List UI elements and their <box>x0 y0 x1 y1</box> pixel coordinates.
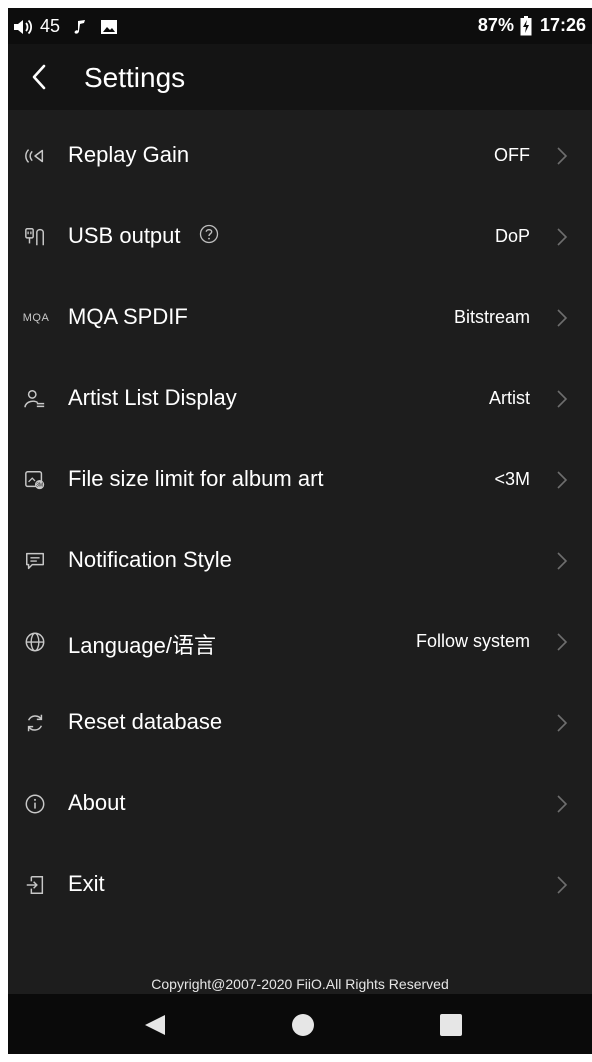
replay-gain-icon <box>24 145 46 167</box>
setting-notification-style[interactable]: Notification Style <box>8 521 592 602</box>
status-right: 87% 17:26 <box>478 15 586 36</box>
app-header: Settings <box>8 44 592 110</box>
status-bar: 45 87% 17:26 <box>8 8 592 44</box>
setting-label: MQA SPDIF <box>68 304 188 329</box>
copyright-text: Copyright@2007-2020 FiiO.All Rights Rese… <box>151 976 449 992</box>
refresh-icon <box>24 712 46 734</box>
nav-home-button[interactable] <box>290 1012 316 1038</box>
back-button[interactable] <box>24 62 54 92</box>
circle-home-icon <box>292 1014 314 1036</box>
page-title: Settings <box>84 62 186 93</box>
setting-value: Artist <box>488 388 530 408</box>
setting-label: Notification Style <box>68 547 232 572</box>
clock: 17:26 <box>539 15 586 35</box>
usb-output-icon <box>24 226 46 248</box>
triangle-back-icon <box>145 1015 165 1035</box>
info-icon <box>24 793 46 815</box>
status-left: 45 <box>12 16 118 37</box>
chevron-right-icon <box>557 714 568 732</box>
volume-level: 45 <box>40 16 61 36</box>
help-icon[interactable] <box>199 224 219 250</box>
setting-label-wrap: USB output <box>68 223 219 250</box>
setting-usb-output[interactable]: USB output DoP <box>8 197 592 278</box>
setting-value: Follow system <box>415 631 530 651</box>
notification-icon <box>24 550 46 572</box>
battery-percent: 87% <box>477 15 514 35</box>
volume-icon <box>12 18 34 36</box>
back-arrow-icon <box>32 64 46 90</box>
setting-exit[interactable]: Exit <box>8 845 592 926</box>
battery-charging-icon <box>520 15 532 36</box>
setting-replay-gain[interactable]: Replay Gain OFF <box>8 116 592 197</box>
svg-text:3M: 3M <box>36 482 43 488</box>
chevron-right-icon <box>557 633 568 651</box>
nav-back-button[interactable] <box>142 1012 168 1038</box>
chevron-right-icon <box>557 228 568 246</box>
globe-icon <box>24 631 46 653</box>
setting-label: Replay Gain <box>68 142 190 167</box>
setting-mqa-spdif[interactable]: MQA MQA SPDIF Bitstream <box>8 278 592 359</box>
setting-album-art-size-limit[interactable]: 3M File size limit for album art <3M <box>8 440 592 521</box>
chevron-right-icon <box>557 309 568 327</box>
setting-language[interactable]: Language/语言 Follow system <box>8 602 592 683</box>
chevron-right-icon <box>557 552 568 570</box>
setting-label: Language/语言 <box>68 633 216 658</box>
setting-value: <3M <box>494 469 530 489</box>
setting-about[interactable]: About <box>8 764 592 845</box>
setting-label: Exit <box>68 871 105 896</box>
system-nav-bar <box>8 994 592 1054</box>
mqa-icon: MQA <box>22 312 50 324</box>
setting-value: OFF <box>494 145 530 165</box>
setting-reset-database[interactable]: Reset database <box>8 683 592 764</box>
setting-value: Bitstream <box>453 307 530 327</box>
chevron-right-icon <box>557 876 568 894</box>
image-icon <box>100 19 118 35</box>
music-note-icon <box>74 19 86 35</box>
exit-icon <box>24 874 46 896</box>
setting-label: USB output <box>68 223 181 248</box>
settings-screen: 45 87% 17:26 Settings Replay Gain OFF US… <box>8 8 592 1054</box>
setting-label: About <box>68 790 126 815</box>
setting-label: File size limit for album art <box>68 466 324 491</box>
artist-list-icon <box>24 388 46 410</box>
nav-recents-button[interactable] <box>438 1012 464 1038</box>
setting-label: Artist List Display <box>68 385 237 410</box>
setting-artist-list-display[interactable]: Artist List Display Artist <box>8 359 592 440</box>
setting-label: Reset database <box>68 709 223 734</box>
settings-list: Replay Gain OFF USB output DoP MQA MQA S… <box>8 116 592 926</box>
chevron-right-icon <box>557 390 568 408</box>
square-recents-icon <box>440 1014 462 1036</box>
chevron-right-icon <box>557 147 568 165</box>
album-art-icon: 3M <box>24 469 46 491</box>
chevron-right-icon <box>557 795 568 813</box>
chevron-right-icon <box>557 471 568 489</box>
setting-value: DoP <box>494 226 530 246</box>
